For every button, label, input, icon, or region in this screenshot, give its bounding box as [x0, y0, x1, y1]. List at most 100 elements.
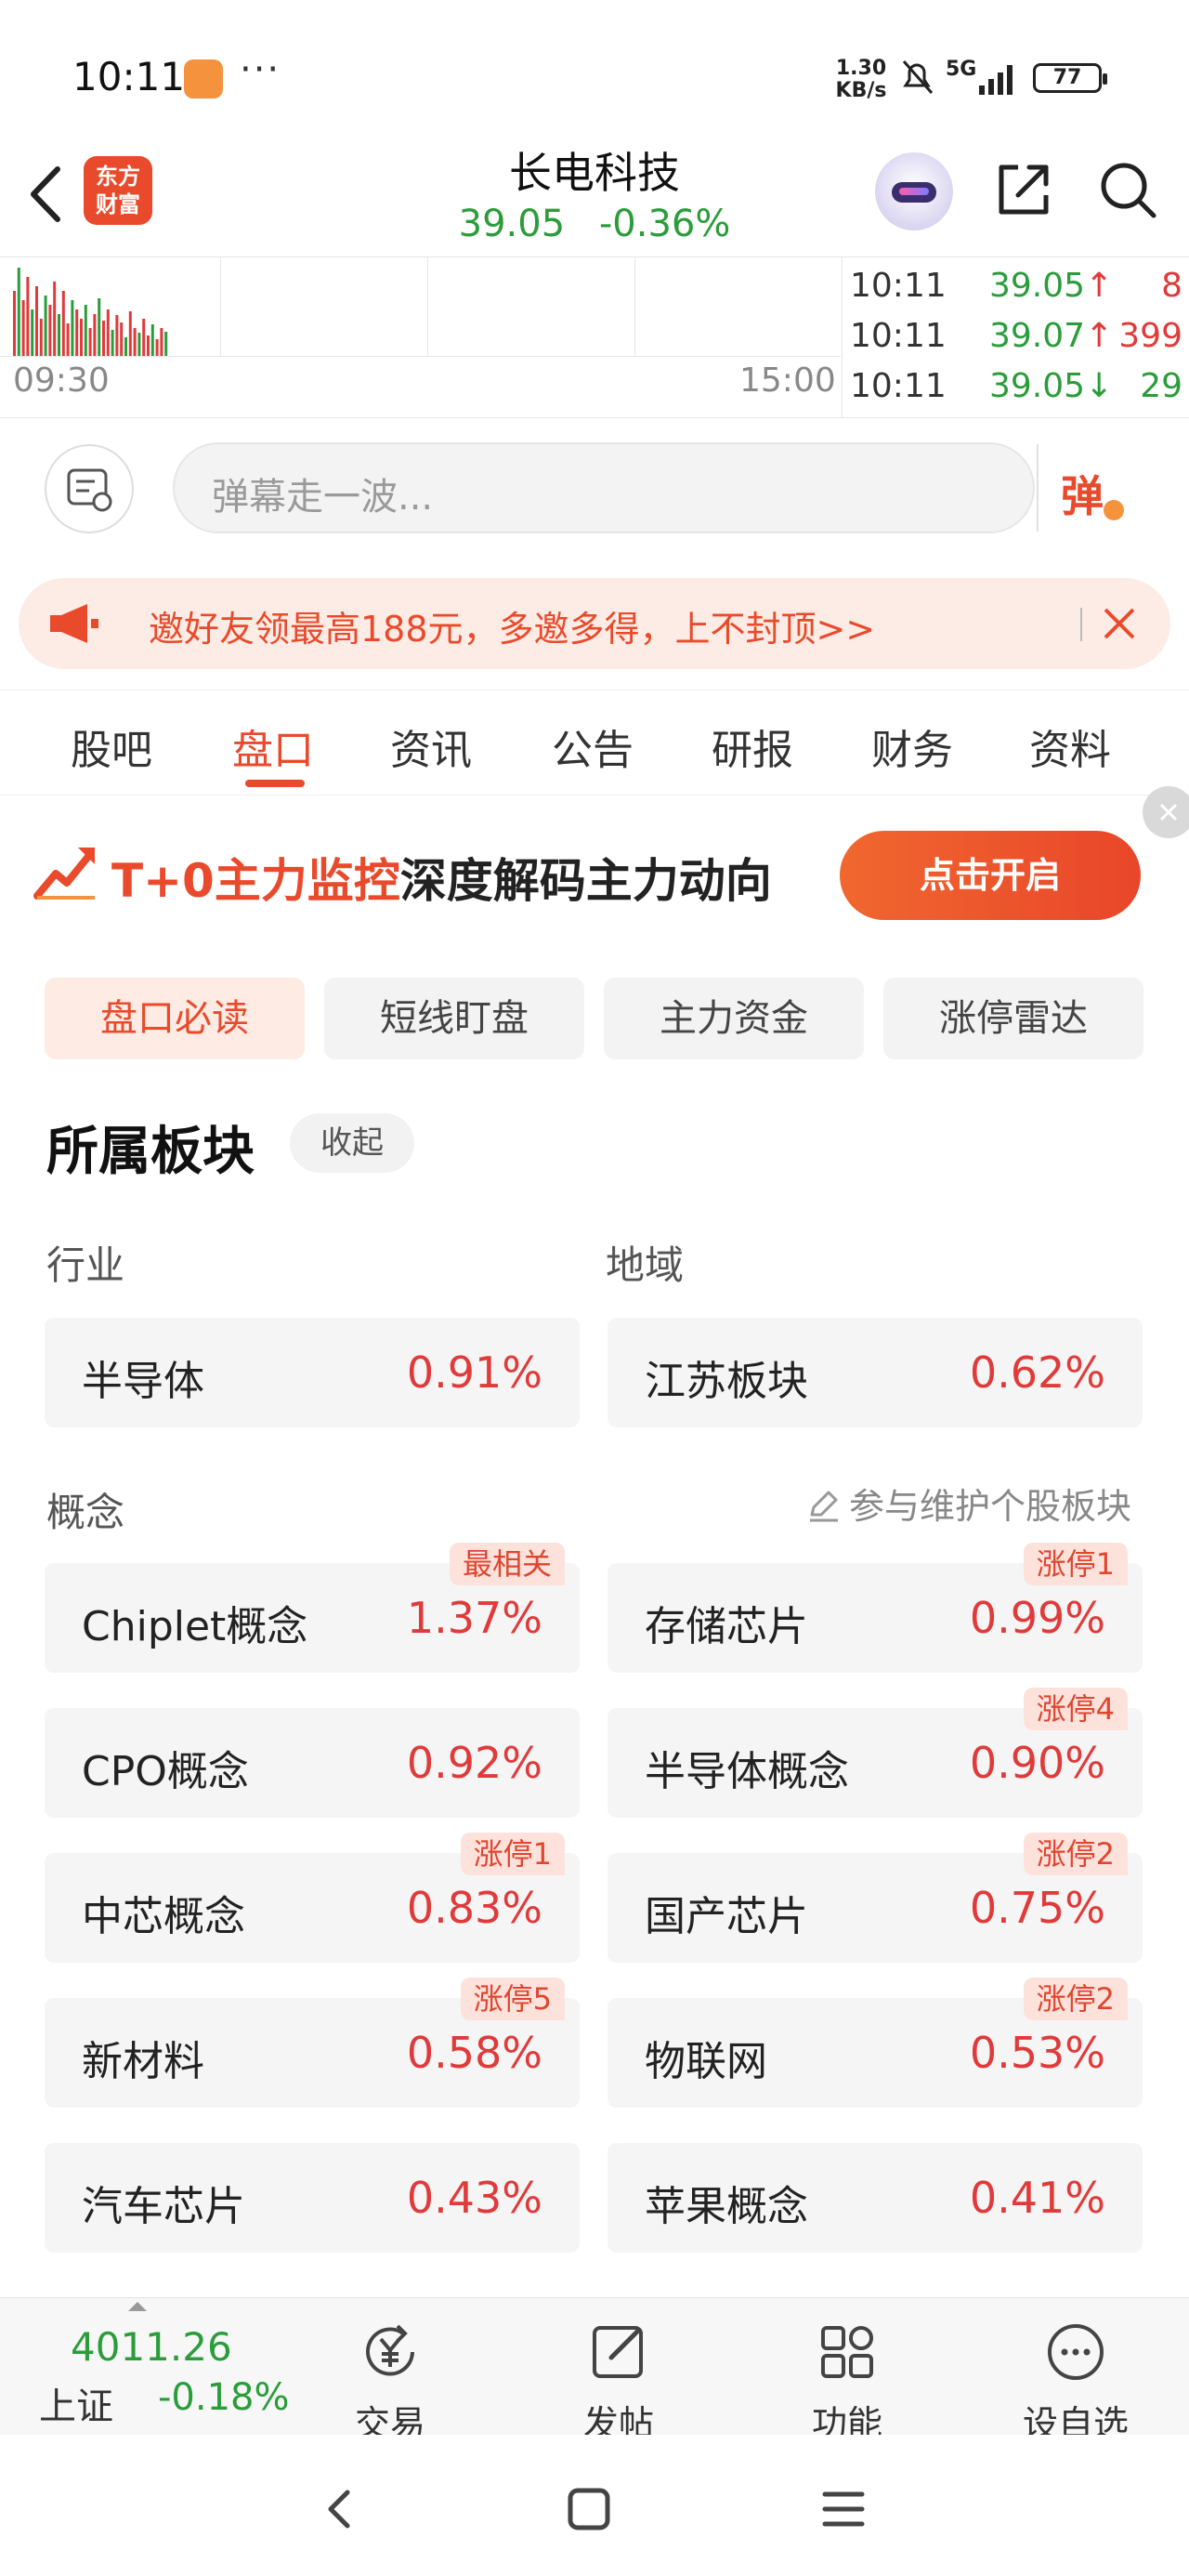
tab-guba[interactable]: 股吧	[71, 716, 152, 776]
status-bar: 10:11 ··· 1.30 KB/s 5G 77	[0, 0, 1189, 149]
close-icon[interactable]	[1143, 786, 1189, 838]
volume-bar	[39, 319, 43, 356]
concept-name: 国产芯片	[645, 1893, 808, 1940]
sector-card-industry[interactable]: 半导体 0.91%	[45, 1318, 580, 1427]
chart-gridline	[427, 257, 428, 356]
divider	[1080, 608, 1082, 641]
pankou-subtabs: 盘口必读 短线盯盘 主力资金 涨停雷达	[45, 978, 1144, 1059]
tab-profile[interactable]: 资料	[1029, 716, 1111, 776]
volume-bar	[48, 305, 52, 356]
volume-bar	[102, 321, 105, 356]
back-arrow-icon[interactable]	[24, 162, 65, 227]
trend-chart-icon	[33, 848, 95, 900]
megaphone-icon	[50, 604, 98, 643]
grid-apps-icon	[821, 2326, 873, 2378]
nav-home-icon[interactable]	[561, 2481, 617, 2537]
change-percent: -0.36%	[598, 203, 731, 245]
signal-bars-icon	[979, 65, 1013, 95]
concept-card[interactable]: 汽车芯片 0.43%	[45, 2143, 580, 2253]
tick-volume: 399	[1118, 317, 1182, 355]
volume-bar	[128, 311, 132, 356]
concept-change: 0.92%	[406, 1738, 542, 1788]
volume-bar	[53, 282, 57, 356]
intraday-summary: 09:30 15:00 10:11 39.05↑ 8 10:11 39.07↑ …	[0, 256, 1189, 418]
functions-button[interactable]: 功能	[773, 2307, 921, 2444]
sector-name: 江苏板块	[645, 1358, 808, 1405]
concept-card[interactable]: 苹果概念 0.41%	[608, 2143, 1143, 2253]
danmu-settings-icon[interactable]	[45, 444, 134, 533]
bell-muted-icon	[902, 60, 934, 94]
tick-price: 39.05↑	[989, 267, 1113, 305]
invite-promo-banner[interactable]: 邀好友领最高188元，多邀多得，上不封顶>>	[19, 578, 1170, 669]
concept-name: 新材料	[82, 2038, 204, 2085]
subtab-must-read[interactable]: 盘口必读	[45, 978, 305, 1059]
nav-back-icon[interactable]	[312, 2481, 368, 2537]
post-button[interactable]: 发帖	[544, 2307, 693, 2444]
intraday-mini-chart[interactable]: 09:30 15:00	[0, 257, 841, 417]
tab-finance[interactable]: 财务	[871, 716, 953, 776]
tick-volume: 29	[1140, 367, 1182, 405]
concept-card[interactable]: 涨停1 存储芯片 0.99%	[608, 1543, 1143, 1673]
app-root: 10:11 ··· 1.30 KB/s 5G 77 东方 财富 长电科技 39.…	[0, 0, 1189, 2576]
concept-card[interactable]: CPO概念 0.92%	[45, 1708, 580, 1818]
volume-bar	[150, 324, 154, 356]
concept-card[interactable]: 涨停1 中芯概念 0.83%	[45, 1833, 580, 1963]
concept-change: 1.37%	[406, 1593, 542, 1643]
tick-price-value: 39.05	[989, 267, 1086, 305]
volume-bar	[44, 296, 47, 356]
sector-card-region[interactable]: 江苏板块 0.62%	[608, 1318, 1143, 1427]
price-line: 39.05 -0.36%	[409, 203, 780, 245]
close-icon[interactable]	[1098, 602, 1141, 645]
tab-pankou[interactable]: 盘口	[232, 716, 314, 776]
concept-name: CPO概念	[82, 1748, 249, 1795]
subtab-limit-up-radar[interactable]: 涨停雷达	[883, 978, 1143, 1059]
nav-menu-icon[interactable]	[816, 2481, 871, 2537]
index-value: 4011.26	[71, 2324, 232, 2370]
volume-bar	[66, 323, 70, 356]
volume-bar	[155, 339, 159, 356]
concept-card[interactable]: 涨停4 半导体概念 0.90%	[608, 1688, 1143, 1818]
index-name: 上证	[39, 2385, 113, 2428]
danmu-send-button[interactable]: 弹	[1061, 463, 1104, 524]
tick-list[interactable]: 10:11 39.05↑ 8 10:11 39.07↑ 399 10:11 39…	[842, 257, 1189, 417]
caret-up-icon	[128, 2302, 147, 2311]
concept-card[interactable]: 涨停2 国产芯片 0.75%	[608, 1833, 1143, 1963]
concept-card[interactable]: 最相关 Chiplet概念 1.37%	[45, 1543, 580, 1673]
tab-announcements[interactable]: 公告	[552, 716, 634, 776]
volume-bar	[160, 328, 163, 356]
subtab-main-funds[interactable]: 主力资金	[604, 978, 864, 1059]
tick-time: 10:11	[850, 367, 947, 405]
ai-assistant-robot-icon[interactable]	[875, 152, 953, 230]
t0-monitor-banner[interactable]: T+0主力监控深度解码主力动向 点击开启	[0, 807, 1189, 937]
network-speed: 1.30 KB/s	[829, 58, 894, 102]
concept-card[interactable]: 涨停5 新材料 0.58%	[45, 1978, 580, 2108]
maintain-sectors-link[interactable]: 参与维护个股板块	[804, 1478, 1131, 1529]
volume-bar	[115, 315, 119, 356]
danmu-check-icon	[1104, 500, 1124, 520]
concept-name: 汽车芯片	[82, 2183, 245, 2230]
concept-tag: 涨停2	[1023, 1833, 1128, 1875]
network-type: 5G	[946, 58, 977, 81]
volume-bars	[13, 268, 168, 356]
trade-button[interactable]: 交易	[316, 2307, 464, 2444]
volume-bar	[61, 291, 65, 356]
collapse-button[interactable]: 收起	[290, 1113, 414, 1173]
subtab-short-term[interactable]: 短线盯盘	[324, 978, 584, 1059]
tab-news[interactable]: 资讯	[390, 716, 472, 776]
volume-bar	[120, 322, 124, 356]
share-icon[interactable]	[990, 156, 1057, 223]
add-watchlist-button[interactable]: 设自选	[1001, 2307, 1150, 2444]
enable-t0-button[interactable]: 点击开启	[840, 831, 1141, 920]
search-icon[interactable]	[1094, 156, 1161, 223]
danmu-bar: 弹幕走一波... 弹	[0, 416, 1189, 556]
concept-name: Chiplet概念	[82, 1603, 308, 1650]
tick-time: 10:11	[850, 267, 947, 305]
concept-card[interactable]: 涨停2 物联网 0.53%	[608, 1978, 1143, 2108]
danmu-input[interactable]: 弹幕走一波... 弹	[173, 442, 1124, 533]
tick-time: 10:11	[850, 317, 947, 355]
t0-subtext: 深度解码主力动向	[399, 854, 772, 908]
eastmoney-logo[interactable]: 东方 财富	[84, 156, 152, 225]
edit-pencil-icon	[810, 1491, 838, 1522]
tab-research[interactable]: 研报	[712, 716, 793, 776]
volume-bar	[147, 335, 150, 356]
